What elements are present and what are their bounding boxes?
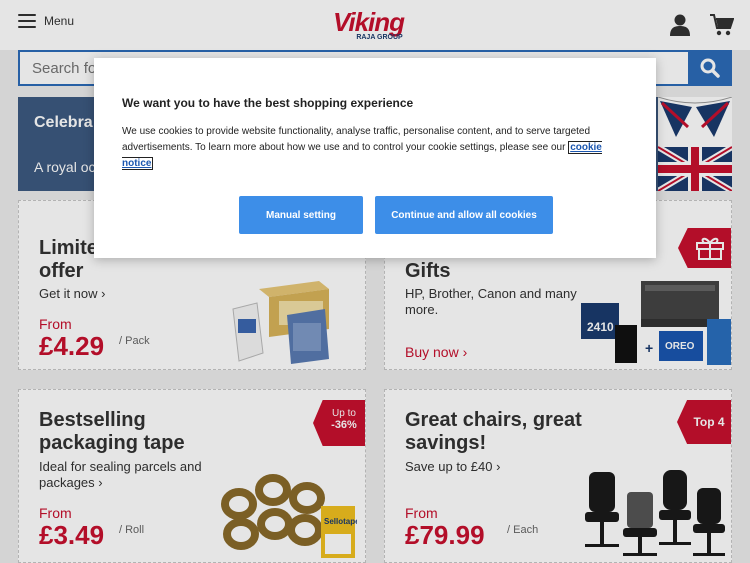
cookie-dialog-body: We use cookies to provide website functi… (122, 126, 591, 153)
cookie-consent-dialog: We want you to have the best shopping ex… (94, 58, 656, 258)
cookie-dialog-text: We use cookies to provide website functi… (122, 124, 632, 172)
continue-allow-cookies-button[interactable]: Continue and allow all cookies (375, 196, 553, 234)
manual-setting-button[interactable]: Manual setting (239, 196, 363, 234)
cookie-dialog-title: We want you to have the best shopping ex… (122, 96, 414, 110)
